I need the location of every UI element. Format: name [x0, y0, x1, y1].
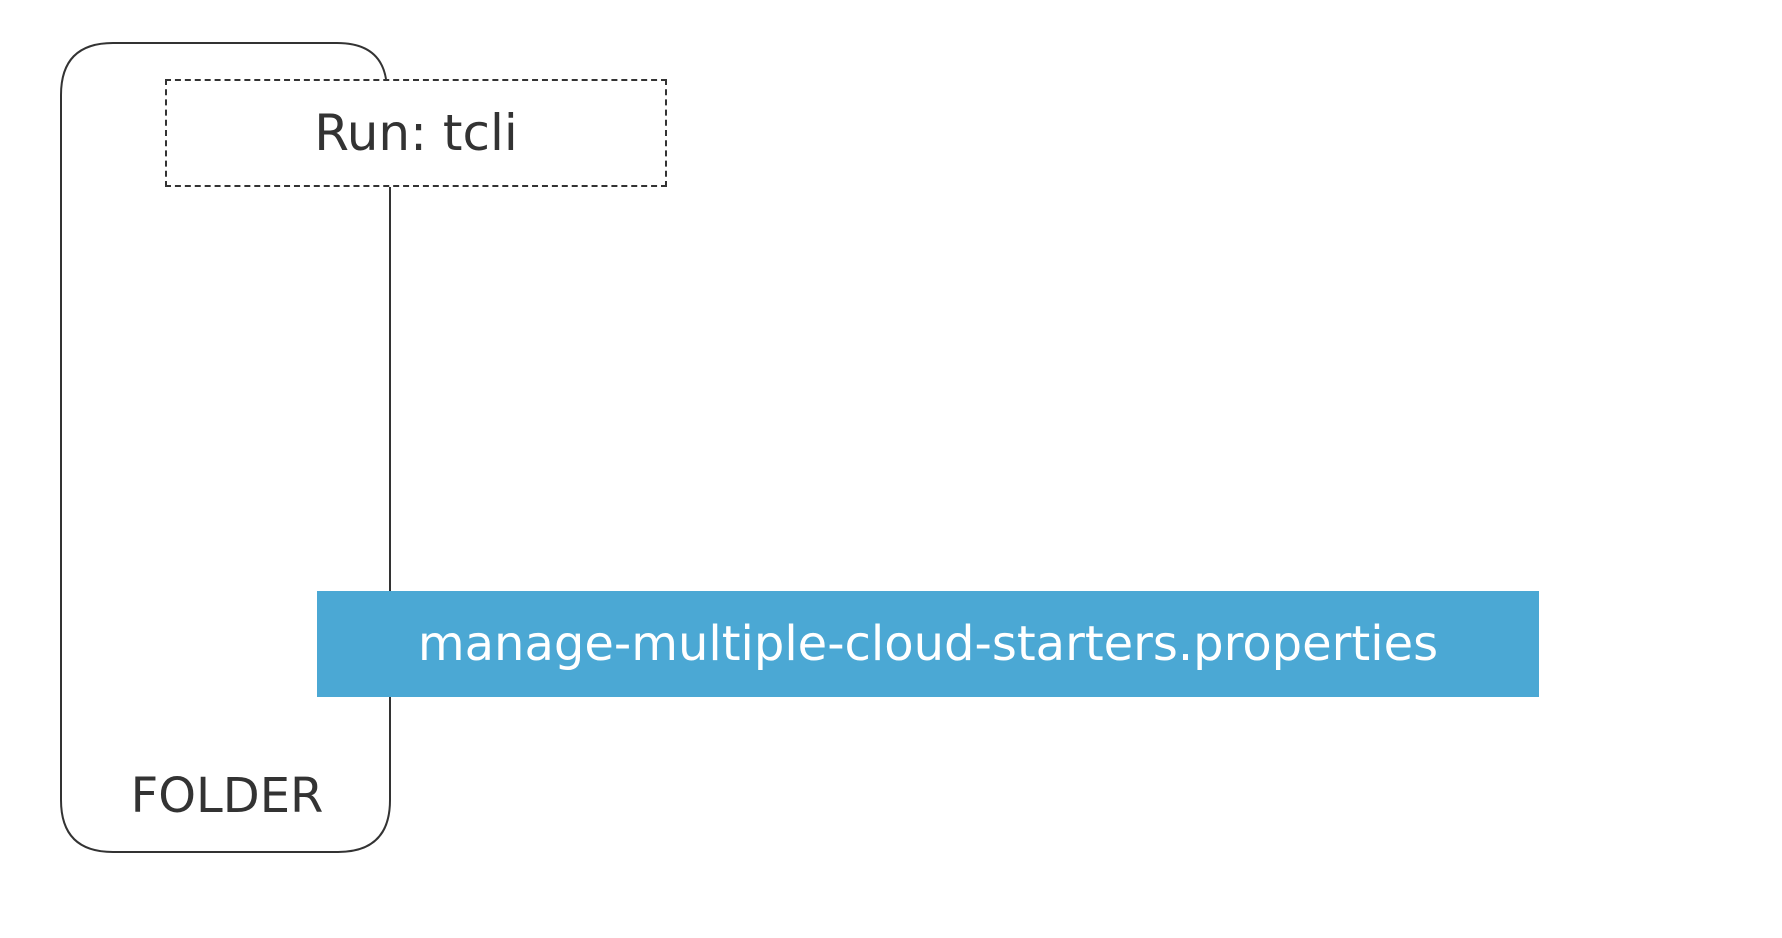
- properties-file-box: manage-multiple-cloud-starters.propertie…: [317, 591, 1539, 697]
- run-step-box: Run: tcli: [165, 79, 667, 187]
- properties-file-label: manage-multiple-cloud-starters.propertie…: [417, 616, 1439, 672]
- run-step-label: Run: tcli: [314, 104, 518, 162]
- diagram-canvas: Run: tcli manage-multiple-cloud-starters…: [0, 0, 1782, 938]
- folder-label: FOLDER: [130, 768, 324, 824]
